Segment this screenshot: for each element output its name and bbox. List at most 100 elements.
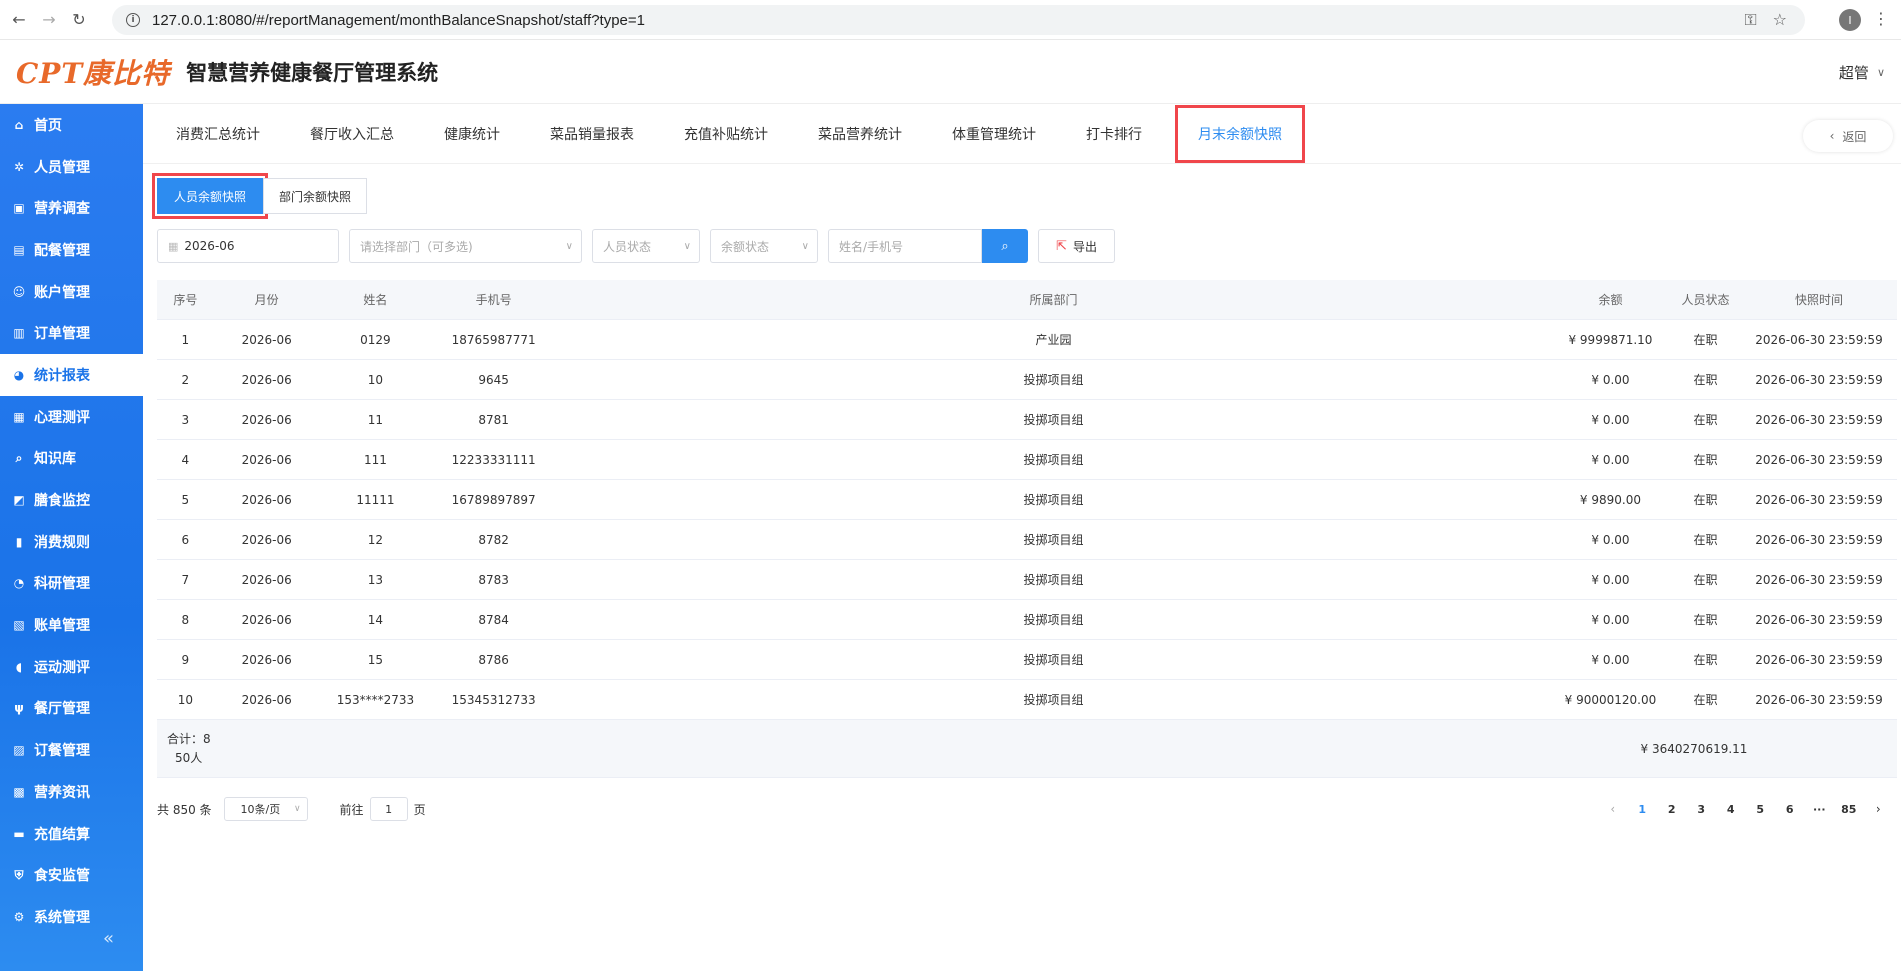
forward-arrow-icon[interactable]: →: [38, 9, 60, 31]
sidebar-item[interactable]: ◖ 运动测评: [0, 646, 143, 688]
user-menu[interactable]: 超管 ∨: [1839, 62, 1885, 83]
sidebar-item[interactable]: ψ 餐厅管理: [0, 688, 143, 730]
report-tab[interactable]: 健康统计: [419, 104, 525, 164]
export-button[interactable]: ⇱ 导出: [1038, 229, 1115, 263]
report-tab[interactable]: 月末余额快照: [1175, 104, 1305, 163]
sidebar-item-label: 科研管理: [34, 576, 90, 593]
balance-status-placeholder: 余额状态: [721, 239, 770, 254]
goto-page-input[interactable]: 1: [369, 797, 408, 821]
sidebar-item[interactable]: ▧ 账单管理: [0, 604, 143, 646]
report-tab[interactable]: 菜品销量报表: [525, 104, 659, 164]
chevron-down-icon: ∨: [565, 240, 573, 252]
sidebar-item-label: 首页: [34, 117, 62, 134]
tab-staff-snapshot[interactable]: 人员余额快照: [152, 173, 268, 219]
table-cell: 8784: [478, 612, 509, 627]
table-cell: 10: [367, 372, 384, 387]
staff-status-placeholder: 人员状态: [603, 239, 652, 254]
page-number[interactable]: 3: [1687, 803, 1717, 816]
page-number[interactable]: 6: [1775, 803, 1805, 816]
sidebar-item[interactable]: ▮ 消费规则: [0, 521, 143, 563]
page-number[interactable]: 1: [1628, 803, 1658, 816]
table-row[interactable]: 2 2026-06 10 9645 投掷项目组 ¥ 0.00 在职 2026-06-30 23…: [157, 360, 1897, 400]
sidebar-item[interactable]: ▥ 订单管理: [0, 312, 143, 354]
sidebar-item[interactable]: ⌂ 首页: [0, 104, 143, 146]
sidebar-item-label: 营养调查: [34, 201, 90, 218]
table-cell: 12233331111: [451, 452, 536, 467]
table-cell: 2026-06: [241, 372, 292, 387]
page-number[interactable]: ···: [1805, 803, 1835, 816]
table-cell: 2026-06: [241, 332, 292, 347]
department-select[interactable]: 请选择部门（可多选) ∨: [349, 229, 582, 263]
table-cell: 3: [181, 412, 190, 427]
report-tab[interactable]: 充值补贴统计: [659, 104, 793, 164]
sidebar-item[interactable]: ▨ 订餐管理: [0, 729, 143, 771]
sidebar-item[interactable]: ◔ 科研管理: [0, 563, 143, 605]
page-size-select[interactable]: 10条/页 ∨: [223, 797, 308, 821]
table-row[interactable]: 6 2026-06 12 8782 投掷项目组 ¥ 0.00 在职 2026-06-30 23…: [157, 520, 1897, 560]
report-tab[interactable]: 体重管理统计: [927, 104, 1061, 164]
search-button[interactable]: ⌕: [982, 229, 1028, 263]
tab-dept-snapshot[interactable]: 部门余额快照: [263, 178, 368, 214]
page-number[interactable]: 4: [1716, 803, 1746, 816]
survey-icon: ▣: [13, 201, 25, 216]
sidebar-item[interactable]: ▦ 心理测评: [0, 396, 143, 438]
staff-status-select[interactable]: 人员状态 ∨: [592, 229, 700, 263]
table-row[interactable]: 5 2026-06 11111 16789897897 投掷项目组 ¥ 9890.00 在职…: [157, 480, 1897, 520]
sidebar-item-label: 账户管理: [34, 284, 90, 301]
name-phone-input[interactable]: 姓名/手机号: [828, 229, 982, 263]
chevron-down-icon[interactable]: ∨: [1877, 66, 1885, 79]
table-row[interactable]: 10 2026-06 153****2733 15345312733 投掷项目组 ¥ 90…: [157, 680, 1897, 720]
sidebar-item[interactable]: ▬ 充值结算: [0, 813, 143, 855]
back-button[interactable]: ‹ 返回: [1803, 120, 1893, 152]
report-tab[interactable]: 菜品营养统计: [793, 104, 927, 164]
sidebar-item[interactable]: ▣ 营养调查: [0, 187, 143, 229]
table-row[interactable]: 3 2026-06 11 8781 投掷项目组 ¥ 0.00 在职 2026-06-30 23…: [157, 400, 1897, 440]
report-tab[interactable]: 打卡排行: [1061, 104, 1167, 164]
table-cell: 10: [177, 692, 193, 707]
reload-icon[interactable]: ↻: [68, 9, 90, 31]
sidebar-item[interactable]: ◕ 统计报表: [0, 354, 143, 396]
sidebar-item[interactable]: ⛨ 食安监管: [0, 854, 143, 896]
table-cell: 9: [181, 652, 190, 667]
sidebar-item-label: 心理测评: [34, 409, 90, 426]
balance-status-select[interactable]: 余额状态 ∨: [710, 229, 818, 263]
report-tab[interactable]: 消费汇总统计: [151, 104, 285, 164]
report-tab[interactable]: 餐厅收入汇总: [285, 104, 419, 164]
sidebar-item[interactable]: ✲ 人员管理: [0, 146, 143, 188]
sidebar-item[interactable]: ⚙ 系统管理: [0, 896, 143, 938]
column-header: 手机号: [475, 293, 512, 307]
url-text[interactable]: 127.0.0.1:8080/#/reportManagement/monthB…: [152, 12, 645, 29]
address-bar[interactable]: i 127.0.0.1:8080/#/reportManagement/mont…: [112, 5, 1805, 35]
table-cell: 在职: [1693, 653, 1718, 667]
browser-menu-icon[interactable]: ⋮: [1873, 9, 1889, 28]
table-row[interactable]: 7 2026-06 13 8783 投掷项目组 ¥ 0.00 在职 2026-06-30 23…: [157, 560, 1897, 600]
key-icon[interactable]: ⚿: [1744, 10, 1756, 30]
table-cell: 2026-06-30 23:59:59: [1755, 452, 1883, 467]
sidebar-item[interactable]: ◩ 膳食监控: [0, 479, 143, 521]
star-icon[interactable]: ☆: [1773, 10, 1787, 30]
next-page-icon[interactable]: ›: [1864, 802, 1894, 816]
user-name[interactable]: 超管: [1839, 62, 1869, 83]
month-picker[interactable]: ▦ 2026-06: [157, 229, 339, 263]
table-row[interactable]: 1 2026-06 0129 18765987771 产业园 ¥ 9999871.10 在职…: [157, 320, 1897, 360]
collapse-sidebar-icon[interactable]: «: [103, 928, 114, 949]
table-row[interactable]: 4 2026-06 111 12233331111 投掷项目组 ¥ 0.00 在职 2026-…: [157, 440, 1897, 480]
sidebar-item[interactable]: ⌕ 知识库: [0, 438, 143, 480]
table-cell: 8782: [478, 532, 509, 547]
table-row[interactable]: 9 2026-06 15 8786 投掷项目组 ¥ 0.00 在职 2026-06-30 23…: [157, 640, 1897, 680]
sidebar-item[interactable]: ▩ 营养资讯: [0, 771, 143, 813]
sidebar-item[interactable]: ▤ 配餐管理: [0, 229, 143, 271]
sidebar-item[interactable]: ☺ 账户管理: [0, 271, 143, 313]
page-number[interactable]: 85: [1834, 803, 1864, 816]
page-number[interactable]: 5: [1746, 803, 1776, 816]
prev-page-icon[interactable]: ‹: [1598, 802, 1628, 816]
table-row[interactable]: 8 2026-06 14 8784 投掷项目组 ¥ 0.00 在职 2026-06-30 23…: [157, 600, 1897, 640]
table-cell: 13: [367, 572, 384, 587]
site-info-icon[interactable]: i: [126, 13, 140, 27]
profile-avatar[interactable]: I: [1839, 9, 1861, 31]
table-cell: 2026-06: [241, 532, 292, 547]
back-arrow-icon[interactable]: ←: [8, 9, 30, 31]
page-number[interactable]: 2: [1657, 803, 1687, 816]
table-cell: 在职: [1693, 693, 1718, 707]
table-cell: 153****2733: [336, 692, 415, 707]
